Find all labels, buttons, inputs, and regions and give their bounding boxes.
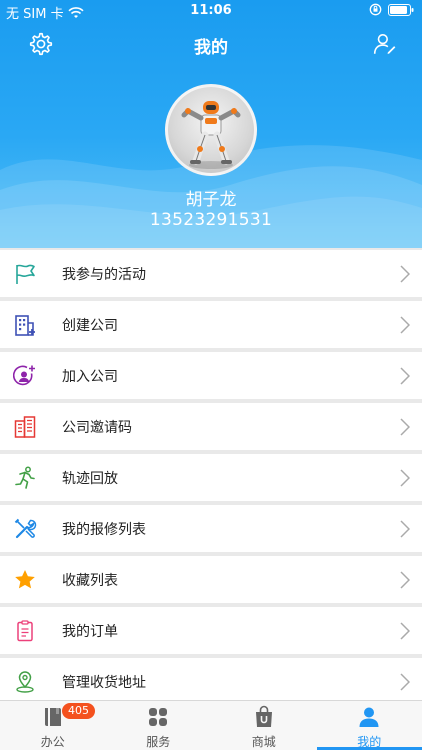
chevron-right-icon (400, 571, 410, 589)
menu-label: 管理收货地址 (62, 675, 146, 691)
menu-item-shipping-address[interactable]: 管理收货地址 (0, 658, 422, 705)
building-add-icon (15, 315, 35, 336)
chevron-right-icon (400, 265, 410, 283)
menu-label: 轨迹回放 (62, 471, 118, 487)
menu-item-repair-list[interactable]: 我的报修列表 (0, 505, 422, 552)
user-phone: 13523291531 (149, 210, 273, 230)
user-edit-icon (373, 33, 396, 55)
menu-label: 创建公司 (62, 318, 118, 334)
menu-item-invite-code[interactable]: 公司邀请码 (0, 403, 422, 450)
battery-icon (388, 3, 414, 16)
menu-label: 我的报修列表 (62, 522, 146, 538)
menu-label: 我参与的活动 (62, 267, 146, 283)
edit-profile-button[interactable] (372, 31, 398, 57)
avatar[interactable] (165, 84, 257, 176)
order-list-icon (17, 620, 33, 642)
chevron-right-icon (400, 469, 410, 487)
menu-item-create-company[interactable]: 创建公司 (0, 301, 422, 348)
nav-bar: 我的 (0, 22, 422, 66)
office-building-icon (14, 416, 36, 438)
menu-label: 公司邀请码 (62, 420, 132, 436)
user-name: 胡子龙 (185, 190, 237, 210)
menu-item-my-activities[interactable]: 我参与的活动 (0, 250, 422, 297)
profile-header: 无 SIM 卡 11:06 我的 胡子龙 13523291531 (0, 0, 422, 248)
menu-item-my-orders[interactable]: 我的订单 (0, 607, 422, 654)
chevron-right-icon (400, 520, 410, 538)
status-time: 11:06 (190, 3, 232, 18)
menu-item-track-playback[interactable]: 轨迹回放 (0, 454, 422, 501)
tab-label: 商城 (251, 735, 276, 749)
flag-icon (16, 264, 35, 284)
chevron-right-icon (400, 622, 410, 640)
tab-label: 服务 (146, 735, 171, 749)
user-add-icon (13, 365, 35, 386)
star-icon (15, 570, 35, 589)
unread-badge: 405 (62, 703, 95, 719)
service-grid-icon (149, 708, 168, 726)
menu-label: 我的订单 (62, 624, 118, 640)
running-person-icon (15, 466, 35, 489)
chevron-right-icon (400, 367, 410, 385)
chevron-right-icon (400, 673, 410, 691)
robot-avatar-image (181, 101, 241, 169)
tab-service[interactable]: 服务 (106, 701, 212, 750)
menu-label: 收藏列表 (62, 573, 118, 589)
page-title: 我的 (194, 38, 228, 58)
person-icon (359, 707, 379, 727)
tab-mall[interactable]: 商城 (211, 701, 317, 750)
chevron-right-icon (400, 418, 410, 436)
chevron-right-icon (400, 316, 410, 334)
status-bar: 无 SIM 卡 11:06 (0, 0, 422, 22)
location-pin-icon (16, 671, 34, 693)
menu-label: 加入公司 (62, 369, 118, 385)
menu-item-join-company[interactable]: 加入公司 (0, 352, 422, 399)
orientation-lock-icon (369, 3, 382, 16)
repair-tools-icon (14, 518, 37, 539)
tab-bar: 405 办公 服务 商城 我的 (0, 700, 422, 750)
menu-item-favorites[interactable]: 收藏列表 (0, 556, 422, 603)
tab-office[interactable]: 405 办公 (0, 701, 106, 750)
tab-mine[interactable]: 我的 (316, 701, 422, 750)
tab-label: 办公 (40, 735, 65, 749)
profile-menu: 我参与的活动 创建公司 加入公司 公司邀请码 轨迹回放 我的报修列表 收藏列表 … (0, 250, 422, 709)
shopping-bag-icon (255, 705, 272, 727)
